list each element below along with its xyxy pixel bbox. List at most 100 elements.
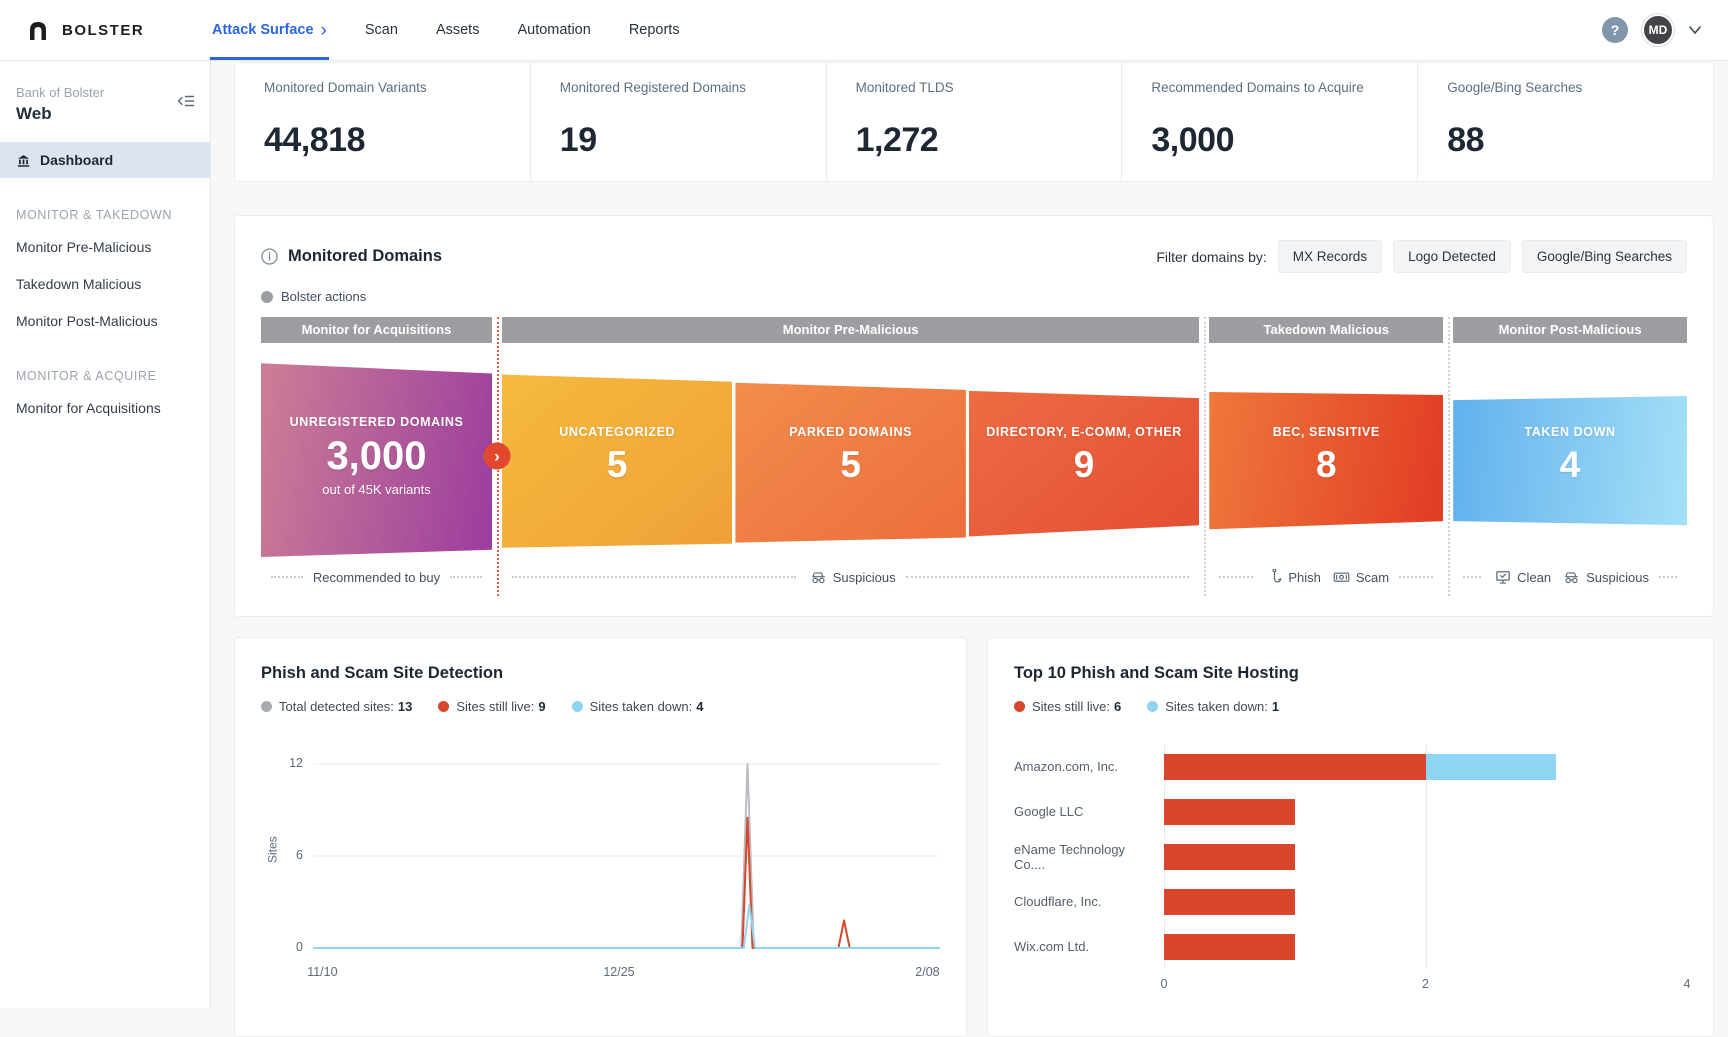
hosting-bar-track bbox=[1164, 799, 1687, 825]
monitored-domains-card: Monitored Domains Filter domains by: MX … bbox=[234, 215, 1714, 617]
line-series-sites-still-live bbox=[313, 818, 940, 948]
sites-still-live-bar bbox=[1164, 799, 1295, 825]
sidebar-item-monitor-pre-malicious[interactable]: Monitor Pre-Malicious bbox=[0, 228, 210, 265]
sites-still-live-bar bbox=[1164, 934, 1295, 960]
monitored-domains-title: Monitored Domains bbox=[288, 247, 442, 266]
tab-assets[interactable]: Assets bbox=[436, 0, 480, 60]
spy-icon bbox=[1563, 570, 1580, 585]
workspace-name: Web bbox=[16, 104, 194, 124]
hosting-bar-row: Cloudflare, Inc. bbox=[1014, 879, 1687, 924]
suspicious-label: Suspicious bbox=[1586, 570, 1649, 585]
top-nav: BOLSTER Attack Surface› Scan Assets Auto… bbox=[0, 0, 1728, 61]
filter-domains-label: Filter domains by: bbox=[1156, 249, 1266, 265]
top-hosting-card: Top 10 Phish and Scam Site Hosting Sites… bbox=[987, 637, 1714, 1037]
funnel-segment-bec-sensitive[interactable]: BEC, SENSITIVE 8 bbox=[1209, 353, 1443, 558]
scam-banknote-icon bbox=[1333, 570, 1350, 584]
sidebar-collapse-icon[interactable] bbox=[176, 93, 196, 114]
legend-sites-taken-down: Sites taken down: 1 bbox=[1147, 699, 1279, 714]
filter-mx-records-button[interactable]: MX Records bbox=[1278, 240, 1382, 273]
main-tabs: Attack Surface› Scan Assets Automation R… bbox=[212, 0, 680, 60]
funnel-segment-uncategorized[interactable]: UNCATEGORIZED 5 bbox=[502, 353, 732, 558]
help-icon[interactable]: ? bbox=[1602, 17, 1628, 43]
sites-still-live-bar bbox=[1164, 754, 1426, 780]
hosting-category-label: eName Technology Co.... bbox=[1014, 842, 1164, 872]
clean-label: Clean bbox=[1517, 570, 1551, 585]
tab-automation[interactable]: Automation bbox=[517, 0, 590, 60]
bolster-arch-icon bbox=[24, 18, 52, 42]
hosting-bar-track bbox=[1164, 844, 1687, 870]
funnel-header-takedown-malicious: Takedown Malicious bbox=[1209, 317, 1443, 343]
sites-still-live-bar bbox=[1164, 889, 1295, 915]
funnel-segment-directory-ecomm-other[interactable]: DIRECTORY, E-COMM, OTHER 9 bbox=[969, 353, 1199, 558]
chevron-down-icon[interactable] bbox=[1688, 25, 1702, 35]
monitored-domains-funnel: Monitor for Acquisitions Monitor Pre-Mal… bbox=[261, 317, 1687, 596]
hosting-bar-chart: Amazon.com, Inc. Google LLC eName Technolo… bbox=[1014, 744, 1687, 969]
funnel-segment-parked-domains[interactable]: PARKED DOMAINS 5 bbox=[735, 353, 965, 558]
filter-logo-detected-button[interactable]: Logo Detected bbox=[1393, 240, 1511, 273]
hosting-bar-row: Google LLC bbox=[1014, 789, 1687, 834]
avatar[interactable]: MD bbox=[1642, 14, 1674, 46]
scam-label: Scam bbox=[1356, 570, 1389, 585]
detection-chart-title: Phish and Scam Site Detection bbox=[261, 664, 940, 683]
tab-attack-surface[interactable]: Attack Surface› bbox=[212, 0, 327, 60]
legend-dot-red bbox=[438, 701, 449, 712]
stat-monitored-registered-domains: Monitored Registered Domains 19 bbox=[531, 63, 827, 181]
legend-dot-blue bbox=[1147, 701, 1158, 712]
funnel-divider-gray bbox=[1204, 317, 1206, 596]
legend-dot-blue bbox=[572, 701, 583, 712]
funnel-expand-arrow-button[interactable]: › bbox=[484, 443, 511, 470]
sidebar-item-takedown-malicious[interactable]: Takedown Malicious bbox=[0, 265, 210, 302]
spy-icon bbox=[810, 570, 827, 585]
legend-dot-red bbox=[1014, 701, 1025, 712]
y-axis-ticks: 12 6 0 bbox=[279, 756, 313, 956]
phish-scam-detection-card: Phish and Scam Site Detection Total dete… bbox=[234, 637, 967, 1037]
chevron-right-icon: › bbox=[321, 21, 327, 40]
stat-monitored-tlds: Monitored TLDS 1,272 bbox=[827, 63, 1123, 181]
stat-monitored-domain-variants: Monitored Domain Variants 44,818 bbox=[235, 63, 531, 181]
funnel-header-pre-malicious: Monitor Pre-Malicious bbox=[502, 317, 1199, 343]
hosting-category-label: Wix.com Ltd. bbox=[1014, 939, 1164, 954]
hosting-bar-track bbox=[1164, 889, 1687, 915]
hosting-bar-row: eName Technology Co.... bbox=[1014, 834, 1687, 879]
sidebar-item-monitor-for-acquisitions[interactable]: Monitor for Acquisitions bbox=[0, 389, 210, 426]
hosting-chart-title: Top 10 Phish and Scam Site Hosting bbox=[1014, 664, 1687, 683]
main-content: Monitored Domain Variants 44,818 Monitor… bbox=[211, 61, 1728, 1037]
sidebar-section-monitor-takedown: MONITOR & TAKEDOWN bbox=[0, 208, 210, 222]
hosting-bar-row: Amazon.com, Inc. bbox=[1014, 744, 1687, 789]
sites-taken-down-bar bbox=[1426, 754, 1557, 780]
funnel-divider-gray bbox=[1448, 317, 1450, 596]
filter-google-bing-button[interactable]: Google/Bing Searches bbox=[1522, 240, 1687, 273]
info-icon[interactable] bbox=[261, 248, 278, 265]
funnel-footer-takedown: Phish Scam bbox=[1209, 562, 1443, 592]
hosting-category-label: Google LLC bbox=[1014, 804, 1164, 819]
sidebar-item-dashboard[interactable]: Dashboard bbox=[0, 142, 210, 178]
phish-hook-icon bbox=[1267, 569, 1282, 585]
funnel-segment-taken-down[interactable]: TAKEN DOWN 4 bbox=[1453, 353, 1687, 558]
bolster-actions-dot bbox=[261, 291, 273, 303]
x-axis-ticks: 11/10 12/25 2/08 bbox=[313, 956, 940, 982]
sidebar-item-monitor-post-malicious[interactable]: Monitor Post-Malicious bbox=[0, 302, 210, 339]
detection-line-chart: Sites 12 6 0 bbox=[261, 756, 940, 956]
phish-label: Phish bbox=[1288, 570, 1321, 585]
funnel-segment-unregistered-domains[interactable]: UNREGISTERED DOMAINS 3,000 out of 45K va… bbox=[261, 353, 492, 558]
hosting-chart-legend: Sites still live: 6 Sites taken down: 1 bbox=[1014, 699, 1687, 714]
legend-sites-taken-down: Sites taken down: 4 bbox=[572, 699, 704, 714]
sites-still-live-bar bbox=[1164, 844, 1295, 870]
brand-name: BOLSTER bbox=[62, 22, 144, 39]
tab-scan[interactable]: Scan bbox=[365, 0, 398, 60]
stat-recommended-domains-to-acquire: Recommended Domains to Acquire 3,000 bbox=[1122, 63, 1418, 181]
legend-sites-still-live: Sites still live: 9 bbox=[438, 699, 545, 714]
stats-strip: Monitored Domain Variants 44,818 Monitor… bbox=[234, 62, 1714, 182]
hosting-category-label: Cloudflare, Inc. bbox=[1014, 894, 1164, 909]
hosting-bar-track bbox=[1164, 934, 1687, 960]
sidebar: Bank of Bolster Web Dashboard MONITOR & … bbox=[0, 61, 211, 1008]
recommended-to-buy-label: Recommended to buy bbox=[313, 570, 440, 585]
hosting-bar-track bbox=[1164, 754, 1687, 780]
tab-reports[interactable]: Reports bbox=[629, 0, 680, 60]
legend-sites-still-live: Sites still live: 6 bbox=[1014, 699, 1121, 714]
bolster-logo[interactable]: BOLSTER bbox=[24, 18, 200, 42]
funnel-header-post-malicious: Monitor Post-Malicious bbox=[1453, 317, 1687, 343]
org-name: Bank of Bolster bbox=[16, 85, 194, 100]
sidebar-section-monitor-acquire: MONITOR & ACQUIRE bbox=[0, 369, 210, 383]
bolster-actions-label: Bolster actions bbox=[281, 289, 366, 304]
